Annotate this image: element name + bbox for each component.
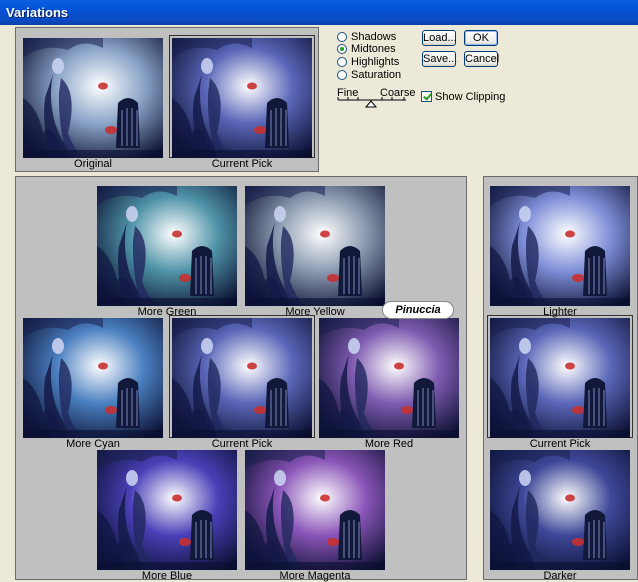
more-yellow-thumbnail[interactable] bbox=[245, 186, 385, 306]
current-pick-thumbnail-right[interactable] bbox=[490, 318, 630, 438]
radio-saturation-label: Saturation bbox=[351, 68, 402, 81]
more-green-thumbnail[interactable] bbox=[97, 186, 237, 306]
more-red-caption: More Red bbox=[364, 438, 414, 450]
cancel-button[interactable]: Cancel bbox=[464, 51, 499, 67]
more-cyan-caption: More Cyan bbox=[66, 438, 120, 450]
load-button[interactable]: Load... bbox=[422, 30, 457, 46]
radio-shadows-circle[interactable] bbox=[337, 31, 347, 42]
radio-midtones[interactable]: Midtones bbox=[337, 42, 396, 55]
more-magenta-thumbnail[interactable] bbox=[245, 450, 385, 570]
show-clipping-checkbox[interactable] bbox=[421, 91, 432, 102]
darker-thumbnail[interactable] bbox=[490, 450, 630, 570]
current-pick-caption-right: Current Pick bbox=[529, 438, 591, 450]
fine-coarse-slider[interactable] bbox=[336, 96, 408, 108]
show-clipping-label: Show Clipping bbox=[435, 91, 506, 103]
lighter-thumbnail[interactable] bbox=[490, 186, 630, 306]
radio-highlights-label: Highlights bbox=[351, 55, 400, 68]
darker-caption: Darker bbox=[543, 570, 577, 582]
original-caption: Original bbox=[74, 158, 112, 170]
more-magenta-caption: More Magenta bbox=[279, 570, 351, 582]
more-blue-thumbnail[interactable] bbox=[97, 450, 237, 570]
more-red-thumbnail[interactable] bbox=[319, 318, 459, 438]
current-pick-caption-top: Current Pick bbox=[211, 158, 273, 170]
current-pick-thumbnail-top[interactable] bbox=[172, 38, 312, 158]
radio-saturation-circle[interactable] bbox=[337, 69, 347, 80]
radio-shadows-label: Shadows bbox=[351, 30, 397, 43]
radio-midtones-circle[interactable] bbox=[337, 43, 347, 54]
watermark-badge: Pinuccia bbox=[382, 301, 454, 319]
current-pick-thumbnail-center[interactable] bbox=[172, 318, 312, 438]
ok-button[interactable]: OK bbox=[464, 30, 498, 46]
current-pick-caption-center: Current Pick bbox=[211, 438, 273, 450]
window-title: Variations bbox=[6, 5, 69, 20]
save-button[interactable]: Save... bbox=[422, 51, 457, 67]
radio-midtones-label: Midtones bbox=[351, 42, 396, 55]
original-thumbnail[interactable] bbox=[23, 38, 163, 158]
slider-thumb[interactable] bbox=[364, 100, 378, 108]
title-bar[interactable]: Variations bbox=[0, 0, 638, 25]
radio-highlights-circle[interactable] bbox=[337, 56, 347, 67]
more-blue-caption: More Blue bbox=[141, 570, 193, 582]
radio-highlights[interactable]: Highlights bbox=[337, 55, 399, 68]
more-cyan-thumbnail[interactable] bbox=[23, 318, 163, 438]
radio-saturation[interactable]: Saturation bbox=[337, 68, 401, 81]
